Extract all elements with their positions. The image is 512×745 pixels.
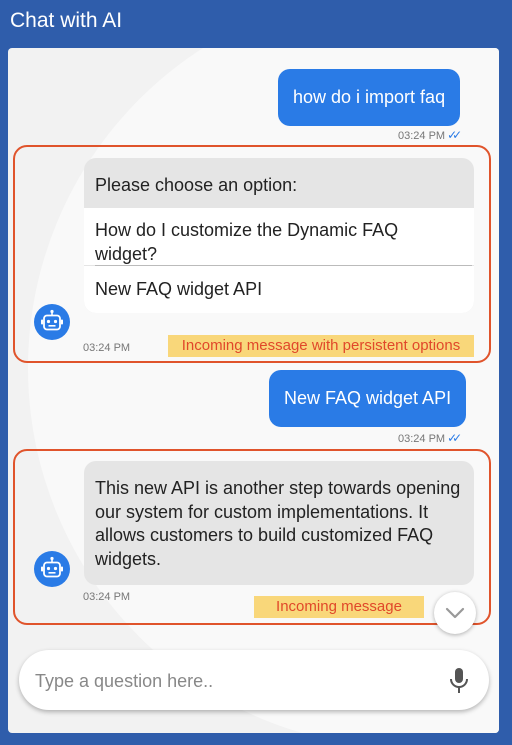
chevron-down-icon (445, 607, 465, 619)
message-timestamp: 03:24 PM ✓✓ (398, 431, 462, 445)
annotation-label: Incoming message with persistent options (168, 335, 474, 357)
option-new-api[interactable]: New FAQ widget API (84, 266, 474, 313)
incoming-message-bubble: This new API is another step towards ope… (84, 461, 474, 585)
annotation-label: Incoming message (254, 596, 424, 618)
message-timestamp: 03:24 PM (83, 342, 131, 354)
option-customize-widget[interactable]: How do I customize the Dynamic FAQ widge… (84, 208, 474, 265)
microphone-button[interactable] (447, 667, 471, 700)
robot-icon (41, 556, 63, 578)
timestamp-text: 03:24 PM (398, 130, 446, 142)
message-timestamp: 03:24 PM (83, 591, 131, 603)
double-check-icon: ✓✓ (447, 128, 462, 142)
question-input[interactable] (33, 660, 437, 702)
option-label: How do I customize the Dynamic FAQ widge… (95, 220, 399, 264)
outgoing-message-text: how do i import faq (293, 87, 446, 107)
outgoing-message-bubble: how do i import faq (278, 69, 461, 126)
outgoing-message-text: New FAQ widget API (284, 388, 452, 408)
scroll-down-button[interactable] (434, 592, 476, 634)
bot-avatar (34, 304, 70, 340)
incoming-message-text: This new API is another step towards ope… (95, 478, 461, 569)
outgoing-message-bubble: New FAQ widget API (269, 370, 467, 427)
double-check-icon: ✓✓ (447, 431, 462, 445)
message-timestamp: 03:24 PM ✓✓ (398, 128, 462, 142)
app-header: Chat with AI (0, 0, 512, 48)
robot-icon (41, 309, 63, 331)
timestamp-text: 03:24 PM (398, 433, 446, 445)
message-composer (19, 650, 489, 710)
option-label: New FAQ widget API (95, 279, 263, 299)
microphone-icon (450, 668, 468, 693)
options-prompt: Please choose an option: (95, 175, 298, 195)
bot-avatar (34, 551, 70, 587)
incoming-options-bubble: Please choose an option: How do I custom… (84, 158, 474, 313)
chat-panel[interactable]: how do i import faq 03:24 PM ✓✓ Please ch… (8, 48, 499, 733)
header-title: Chat with AI (10, 9, 123, 32)
